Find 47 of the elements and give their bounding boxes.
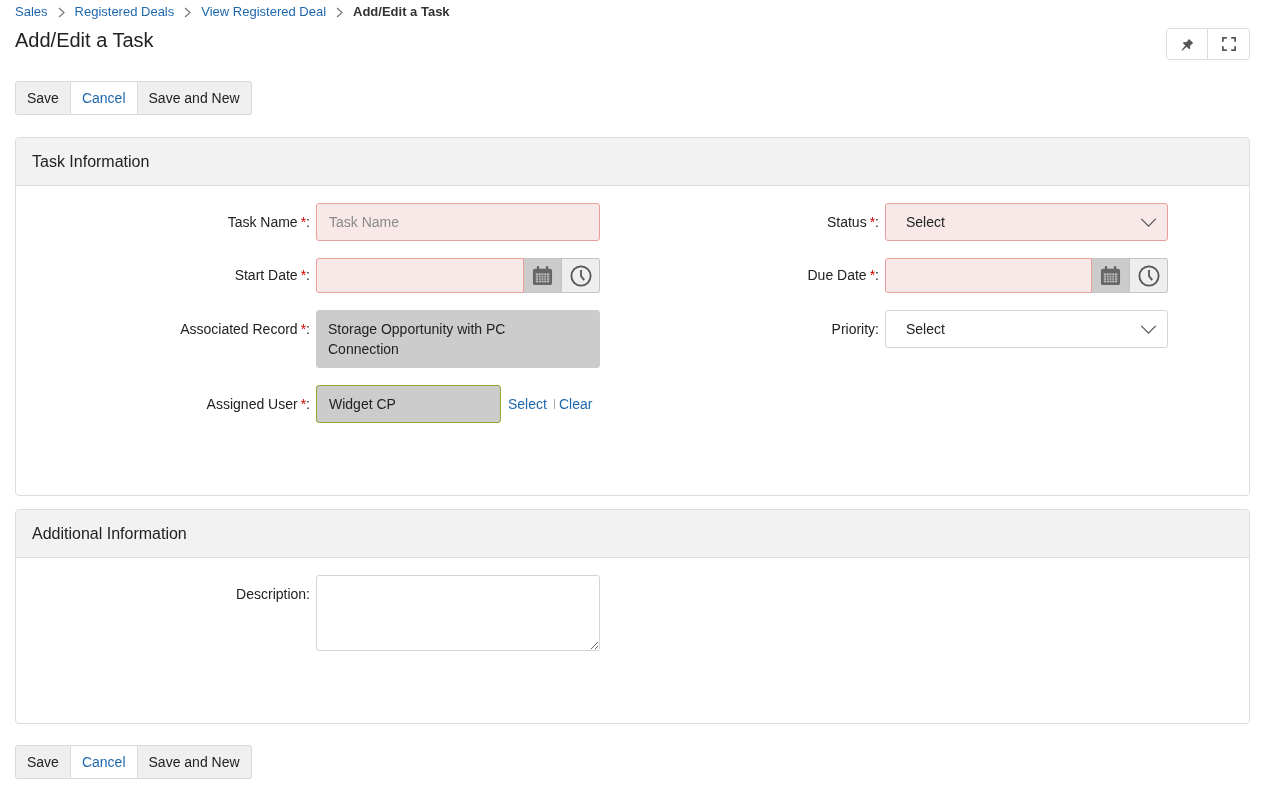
field-label: Description: — [236, 586, 310, 603]
breadcrumb-link[interactable]: Registered Deals — [74, 4, 175, 20]
expand-icon — [1221, 37, 1236, 51]
chevron-down-icon — [1140, 217, 1157, 227]
readonly-field: Widget CP — [316, 385, 501, 423]
calendar-button[interactable] — [1092, 258, 1130, 293]
time-button[interactable] — [1130, 258, 1168, 293]
field-label: Status *: — [826, 214, 879, 231]
clock-icon — [569, 264, 592, 287]
date-input[interactable] — [316, 258, 524, 293]
chevron-right-icon — [57, 6, 65, 18]
field-label: Due Date *: — [807, 267, 879, 284]
date-input[interactable] — [885, 258, 1092, 293]
dropdown[interactable]: Select — [885, 203, 1168, 241]
clock-icon — [1137, 264, 1160, 287]
fullscreen-button[interactable] — [1208, 28, 1250, 60]
field-label: Associated Record *: — [180, 321, 310, 338]
cancel-button[interactable]: Cancel — [70, 745, 138, 779]
field-label: Assigned User *: — [206, 396, 310, 413]
time-button[interactable] — [562, 258, 600, 293]
cancel-button[interactable]: Cancel — [70, 81, 138, 115]
field-label: Start Date *: — [234, 267, 310, 284]
action-button[interactable]: Save and New — [137, 81, 252, 115]
calendar-button[interactable] — [524, 258, 562, 293]
action-button[interactable]: Save — [15, 745, 71, 779]
pin-button[interactable] — [1166, 28, 1208, 60]
text-input[interactable]: Task Name — [316, 203, 600, 241]
calendar-icon — [1100, 265, 1121, 286]
chevron-right-icon — [184, 6, 192, 18]
action-button[interactable]: Save — [15, 81, 71, 115]
page-title: Add/Edit a Task — [15, 28, 154, 53]
link[interactable]: Clear — [558, 396, 593, 412]
section-title: Additional Information — [32, 524, 187, 543]
readonly-field: Storage Opportunity with PC Connection — [316, 310, 600, 368]
breadcrumb-link[interactable]: Sales — [15, 4, 48, 20]
section-title: Task Information — [32, 152, 150, 171]
link[interactable]: Select — [508, 396, 547, 412]
chevron-down-icon — [1140, 324, 1157, 334]
breadcrumb-link[interactable]: View Registered Deal — [201, 4, 327, 20]
field-label: Task Name *: — [227, 214, 310, 231]
chevron-right-icon — [336, 6, 344, 18]
dropdown[interactable]: Select — [885, 310, 1168, 348]
breadcrumb-current: Add/Edit a Task — [353, 4, 450, 20]
pin-icon — [1180, 37, 1194, 51]
calendar-icon — [532, 265, 553, 286]
field-label: Priority: — [831, 321, 879, 338]
action-button[interactable]: Save and New — [137, 745, 252, 779]
